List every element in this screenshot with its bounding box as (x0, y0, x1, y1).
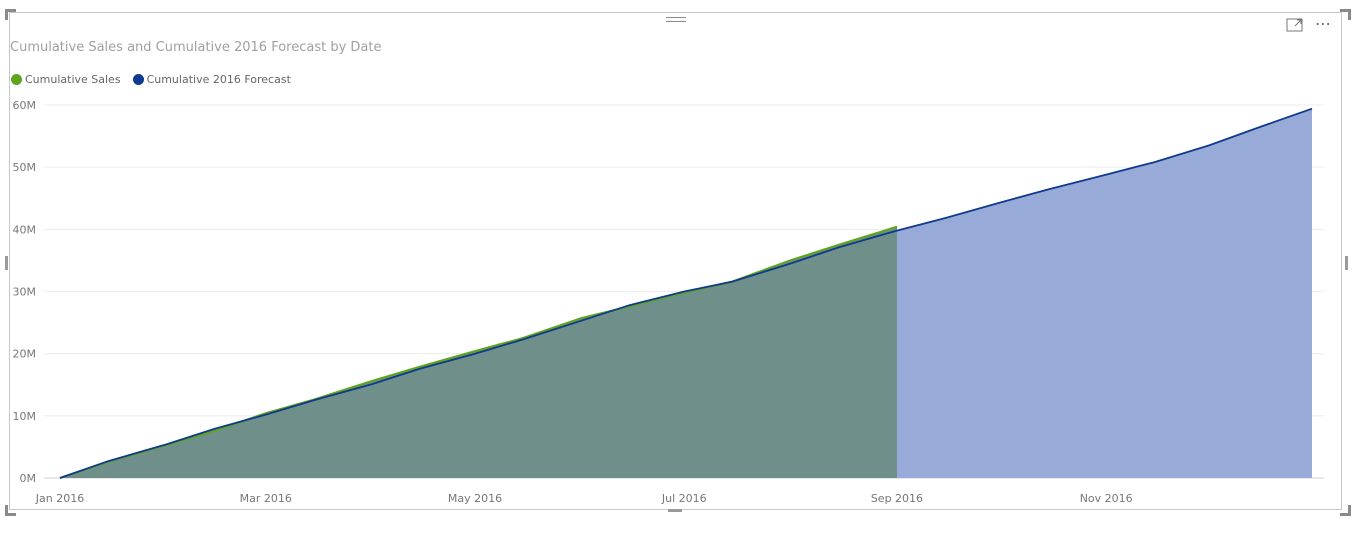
legend-marker-icon (132, 74, 144, 85)
chart-title: Cumulative Sales and Cumulative 2016 For… (10, 40, 382, 55)
legend-marker-icon (11, 74, 22, 85)
legend-item-cumulative-sales[interactable]: Cumulative Sales (11, 73, 121, 86)
visual-container[interactable] (9, 12, 1342, 510)
more-options-icon[interactable]: ⋯ (1315, 14, 1341, 34)
resize-handle-bottom[interactable] (668, 509, 682, 512)
chart-legend: Cumulative Sales Cumulative 2016 Forecas… (11, 73, 303, 86)
legend-label: Cumulative Sales (25, 73, 121, 86)
drag-handle-icon[interactable] (666, 14, 686, 26)
resize-corner-bottom-right[interactable] (1340, 505, 1351, 516)
focus-mode-icon[interactable] (1286, 17, 1304, 33)
legend-label: Cumulative 2016 Forecast (146, 73, 291, 86)
resize-corner-top-left[interactable] (5, 9, 16, 20)
resize-corner-bottom-left[interactable] (5, 505, 16, 516)
resize-handle-left[interactable] (5, 256, 8, 270)
resize-corner-top-right[interactable] (1340, 9, 1351, 20)
legend-item-cumulative-2016-forecast[interactable]: Cumulative 2016 Forecast (132, 73, 291, 86)
resize-handle-right[interactable] (1345, 256, 1348, 270)
